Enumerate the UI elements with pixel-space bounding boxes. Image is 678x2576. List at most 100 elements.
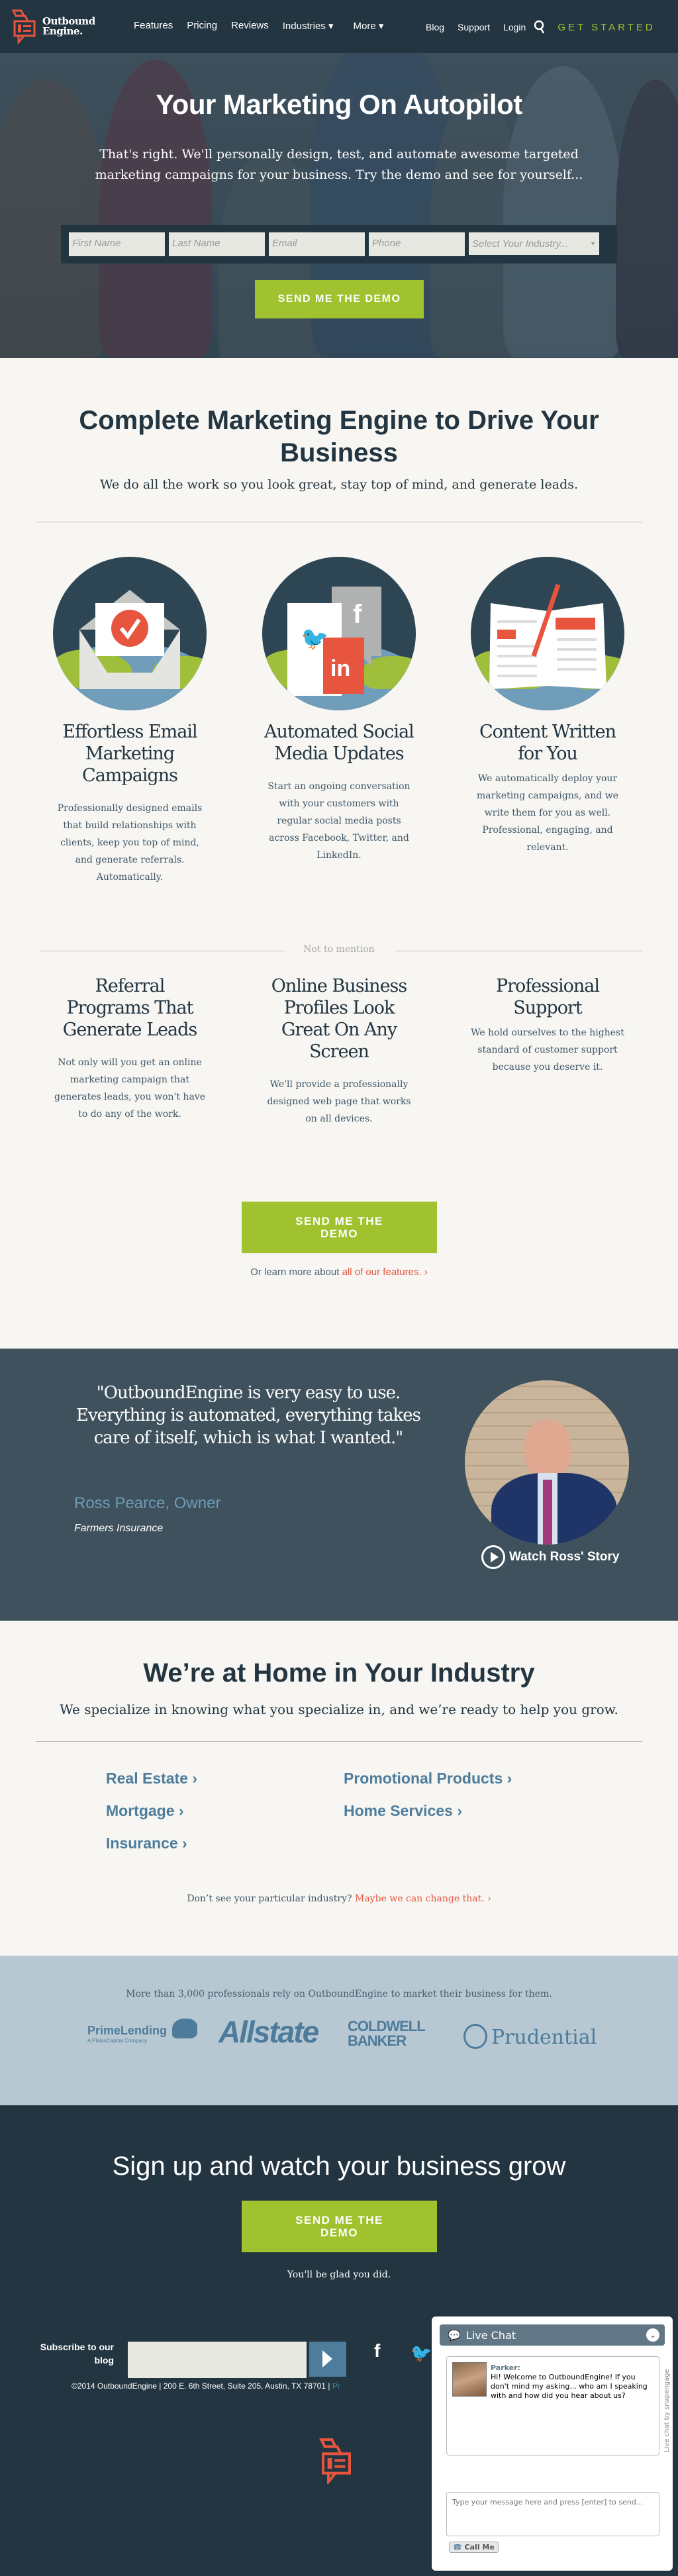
twitter-icon[interactable]: 🐦: [411, 2344, 432, 2363]
facebook-icon[interactable]: f: [374, 2340, 380, 2361]
hero-section: Your Marketing On Autopilot That's right…: [0, 0, 678, 358]
learn-more-text: Or learn more about all of our features.…: [0, 1266, 678, 1278]
industry-link-mortgage[interactable]: Mortgage ›: [106, 1802, 184, 1820]
industry-subtitle: We specialize in knowing what you specia…: [60, 1701, 618, 1717]
search-icon[interactable]: [534, 20, 546, 34]
chat-powered-by[interactable]: Live chat by snapengage: [663, 2369, 671, 2452]
feature-email: Effortless Email Marketing Campaigns Pro…: [53, 721, 207, 886]
last-name-input[interactable]: Last Name: [169, 232, 265, 256]
footer-copyright: ©2014 OutboundEngine | 200 E. 6th Street…: [72, 2381, 340, 2391]
svg-text:in: in: [330, 656, 350, 681]
coldwell-word: COLDWELL: [348, 2018, 426, 2034]
social-media-icon: f 🐦 in: [262, 557, 416, 710]
copyright-text: ©2014 OutboundEngine | 200 E. 6th Street…: [72, 2381, 330, 2391]
feature-title: Automated Social Media Updates: [264, 722, 414, 764]
chevron-down-icon[interactable]: ⌄: [646, 2328, 659, 2342]
cta-send-demo-button[interactable]: SEND ME THE DEMO: [242, 2201, 437, 2252]
maybe-change-link[interactable]: Maybe we can change that. ›: [355, 1893, 491, 1904]
first-name-input[interactable]: First Name: [69, 232, 165, 256]
industry-link-real-estate[interactable]: Real Estate ›: [106, 1770, 197, 1788]
client-logos-section: More than 3,000 professionals rely on Ou…: [0, 1956, 678, 2105]
nav-login[interactable]: Login: [503, 22, 526, 32]
allstate-logo: Allstate: [218, 2015, 319, 2049]
subscribe-label: Subscribe to our blog: [40, 2342, 114, 2365]
industry-link-home-services[interactable]: Home Services ›: [344, 1802, 462, 1820]
industry-select[interactable]: Select Your Industry... ▼: [469, 232, 599, 255]
nav-more-dropdown[interactable]: More ▾: [353, 20, 383, 32]
feature-title: Content Written for You: [479, 722, 616, 764]
svg-text:f: f: [353, 600, 362, 629]
privacy-link[interactable]: Pr: [332, 2381, 340, 2391]
get-started-link[interactable]: GET STARTED: [557, 22, 655, 33]
learn-more-prefix: Or learn more about: [250, 1266, 342, 1278]
hero-title: Your Marketing On Autopilot: [156, 89, 522, 120]
feature-text: Start an ongoing conversation with your …: [267, 781, 411, 861]
feature-profiles: Online Business Profiles Look Great On A…: [262, 975, 416, 1127]
nav-reviews[interactable]: Reviews: [231, 20, 269, 32]
feature-text: We'll provide a professionally designed …: [267, 1079, 411, 1124]
feature-content: Content Written for You We automatically…: [471, 721, 624, 856]
features-section: Complete Marketing Engine to Drive Your …: [0, 358, 678, 1349]
chevron-down-icon: ▼: [590, 240, 596, 247]
dont-see-industry-text: Don’t see your particular industry? Mayb…: [0, 1893, 678, 1904]
content-book-pen-icon: [471, 557, 624, 710]
feature-title: Professional Support: [495, 976, 600, 1018]
chat-log: Parker: Hi! Welcome to OutboundEngine! I…: [446, 2356, 659, 2456]
nav-blog[interactable]: Blog: [426, 22, 444, 32]
live-chat-title: Live Chat: [465, 2328, 516, 2342]
industry-link-promotional-products[interactable]: Promotional Products ›: [344, 1770, 512, 1788]
feature-support: Professional Support We hold ourselves t…: [471, 975, 624, 1076]
call-me-button[interactable]: ☎ Call Me: [449, 2542, 499, 2553]
hero-subtitle: That's right. We'll personally design, t…: [95, 147, 583, 182]
logo[interactable]: Outbound Engine.: [11, 9, 95, 44]
watch-story-link[interactable]: Watch Ross' Story: [481, 1545, 619, 1569]
feature-title: Effortless Email Marketing Campaigns: [62, 722, 197, 786]
chat-message-input[interactable]: [446, 2492, 659, 2536]
logo-line-2: Engine.: [42, 25, 83, 37]
bison-icon: [172, 2019, 197, 2038]
email-input[interactable]: Email: [269, 232, 365, 256]
industry-link-insurance[interactable]: Insurance ›: [106, 1835, 187, 1852]
banker-word: BANKER: [348, 2032, 407, 2049]
subscribe-email-input[interactable]: [128, 2342, 307, 2378]
live-chat-widget: 💬 Live Chat ⌄ Parker: Hi! Welcome to Out…: [432, 2316, 673, 2571]
primelending-logo: PrimeLending A PlainsCapital Company: [87, 2024, 167, 2044]
nav-features[interactable]: Features: [134, 20, 173, 32]
glad-text: You'll be glad you did.: [287, 2269, 391, 2280]
secondary-nav: Blog Support Login GET STARTED: [426, 20, 669, 34]
play-icon: [481, 1545, 505, 1569]
cta-title: Sign up and watch your business grow: [112, 2152, 566, 2181]
industry-title: We’re at Home in Your Industry: [143, 1658, 535, 1688]
features-title: Complete Marketing Engine to Drive Your …: [79, 406, 599, 467]
features-send-demo-button[interactable]: SEND ME THE DEMO: [242, 1202, 437, 1253]
email-envelope-check-icon: [53, 557, 207, 710]
testimonial-quote: "OutboundEngine is very easy to use. Eve…: [76, 1383, 421, 1448]
prudential-rock-icon: [463, 2024, 487, 2049]
phone-input[interactable]: Phone: [369, 232, 465, 256]
primelending-name: PrimeLending: [87, 2024, 168, 2037]
outboundengine-logo-icon: [11, 9, 36, 44]
call-me-label: Call Me: [464, 2543, 495, 2552]
testimonial-company: Farmers Insurance: [74, 1523, 164, 1534]
phone-icon: ☎: [453, 2543, 462, 2552]
coldwell-banker-logo: COLDWELL BANKER: [348, 2018, 426, 2049]
demo-form: First Name Last Name Email Phone Select …: [61, 225, 617, 263]
all-features-link[interactable]: all of our features. ›: [342, 1266, 428, 1278]
chat-bubbles-icon: 💬: [448, 2328, 461, 2342]
prudential-logo: Prudential: [491, 2026, 597, 2049]
live-chat-header[interactable]: 💬 Live Chat ⌄: [440, 2324, 665, 2346]
nav-pricing[interactable]: Pricing: [187, 20, 217, 32]
watch-story-label: Watch Ross' Story: [509, 1550, 620, 1564]
nav-industries-dropdown[interactable]: Industries ▾: [283, 20, 334, 32]
logos-note: More than 3,000 professionals rely on Ou…: [126, 1989, 552, 1999]
feature-social: Automated Social Media Updates Start an …: [262, 721, 416, 864]
hero-send-demo-button[interactable]: SEND ME THE DEMO: [255, 280, 424, 318]
feature-text: Not only will you get an online marketin…: [54, 1057, 205, 1120]
testimonial-photo[interactable]: [465, 1380, 629, 1545]
top-nav: Outbound Engine. Features Pricing Review…: [0, 0, 678, 53]
testimonial-section: "OutboundEngine is very easy to use. Eve…: [0, 1349, 678, 1621]
subscribe-submit-button[interactable]: [309, 2342, 346, 2377]
feature-text: Professionally designed emails that buil…: [57, 803, 203, 883]
testimonial-author: Ross Pearce, Owner: [74, 1494, 221, 1512]
nav-support[interactable]: Support: [458, 22, 490, 32]
